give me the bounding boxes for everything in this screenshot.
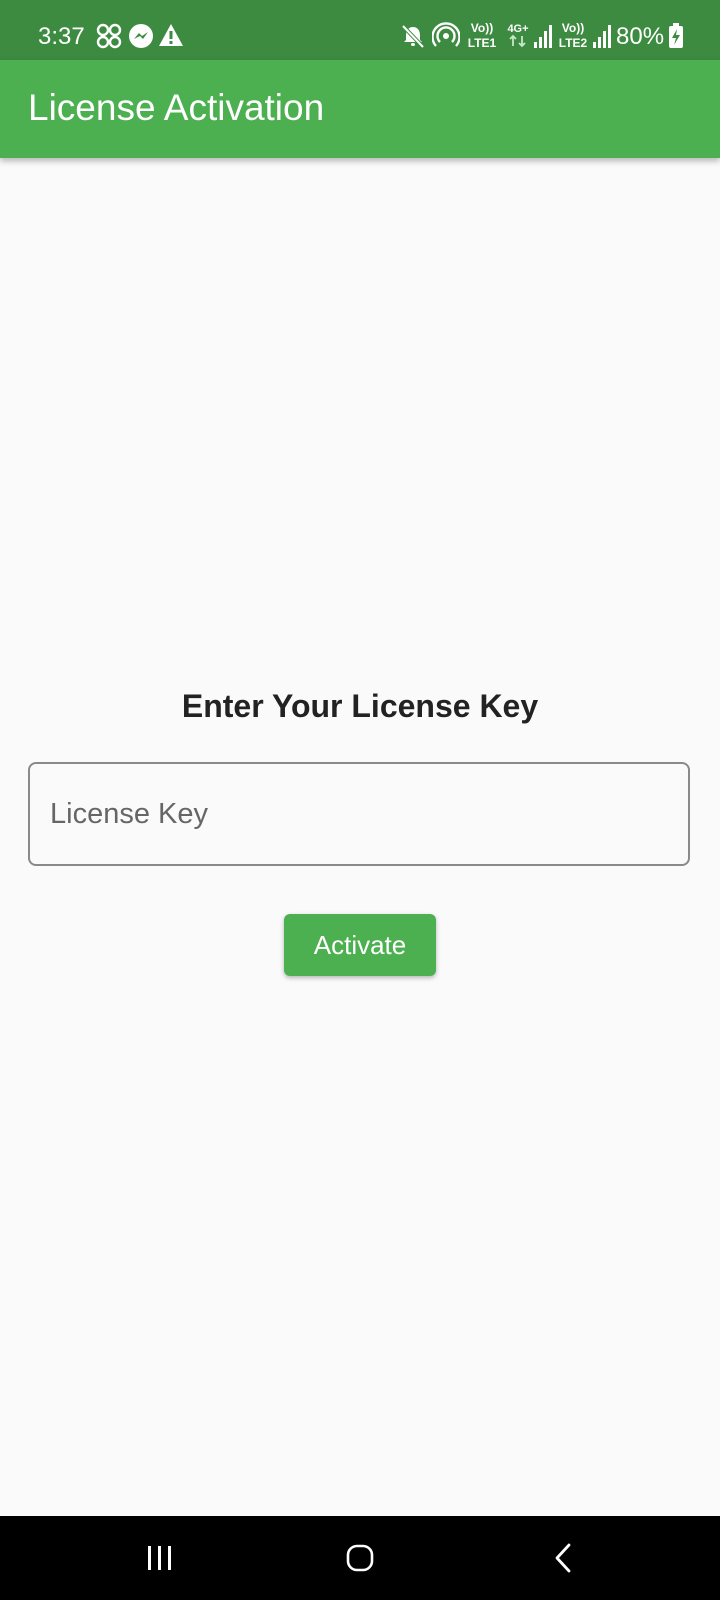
signal-2-icon xyxy=(593,25,611,48)
license-key-input[interactable] xyxy=(50,764,670,864)
app-bar: License Activation xyxy=(0,60,720,158)
signal-1-icon xyxy=(534,25,552,48)
hotspot-icon xyxy=(432,22,460,47)
mute-icon xyxy=(401,24,425,49)
net-type-label: 4G+ xyxy=(507,23,528,35)
lte1-label: LTE1 xyxy=(468,36,497,50)
license-heading: Enter Your License Key xyxy=(181,688,539,724)
battery-charging-icon xyxy=(669,23,683,48)
volte-lte1-icon: Vo)) LTE1 xyxy=(468,21,497,50)
activate-button[interactable]: Activate xyxy=(284,914,436,976)
volte-lte2-icon: Vo)) LTE2 xyxy=(559,21,588,50)
connected-devices-icon xyxy=(96,23,122,49)
volte2-label: Vo)) xyxy=(562,21,584,35)
status-time: 3:37 xyxy=(38,23,85,50)
navigation-bar xyxy=(0,1516,720,1600)
4g-plus-icon: 4G+ xyxy=(507,23,529,48)
status-bar: 3:37 Vo)) LTE1 4G+ Vo)) LTE2 80% xyxy=(0,0,720,60)
lte2-label: LTE2 xyxy=(559,36,588,50)
recent-apps-icon[interactable] xyxy=(140,1538,180,1578)
home-icon[interactable] xyxy=(340,1538,380,1578)
volte1-label: Vo)) xyxy=(471,21,493,35)
messenger-icon xyxy=(129,24,153,48)
battery-percent: 80% xyxy=(616,23,665,50)
warning-icon xyxy=(159,24,183,46)
app-title: License Activation xyxy=(28,87,325,128)
license-key-field[interactable] xyxy=(28,762,690,866)
back-icon[interactable] xyxy=(544,1538,584,1578)
